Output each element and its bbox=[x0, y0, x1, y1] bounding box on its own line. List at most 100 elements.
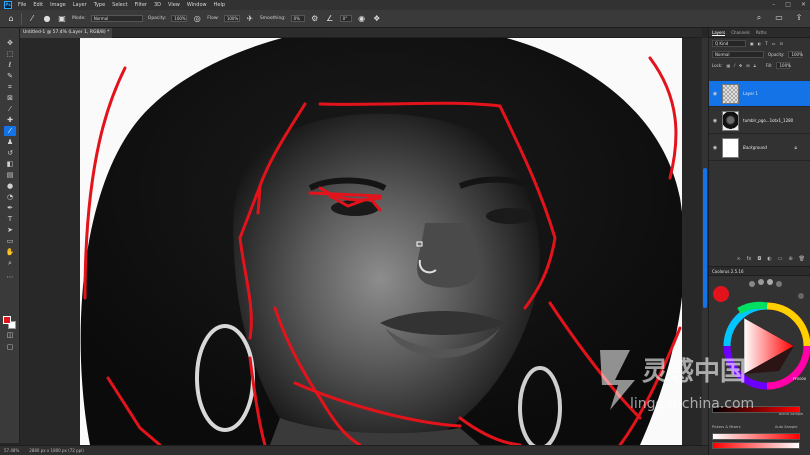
vertical-scroll-thumb[interactable] bbox=[703, 168, 707, 308]
opacity-field[interactable]: 100% bbox=[171, 15, 188, 22]
layer-row-background[interactable]: ◉ Background 🔒︎ bbox=[709, 135, 810, 161]
type-tool-icon[interactable]: T bbox=[4, 214, 16, 224]
filter-shape-icon[interactable]: ▭ bbox=[772, 41, 776, 46]
stamp-tool-icon[interactable]: ♟ bbox=[4, 137, 16, 147]
lock-artboard-icon[interactable]: ⊞ bbox=[746, 63, 749, 68]
tab-layers[interactable]: Layers bbox=[712, 30, 726, 36]
mixer-gradient-bar-1[interactable] bbox=[712, 433, 800, 440]
menu-type[interactable]: Type bbox=[94, 2, 105, 8]
filter-pixel-icon[interactable]: ▣ bbox=[750, 41, 754, 46]
healing-tool-icon[interactable]: ✚ bbox=[4, 115, 16, 125]
hand-tool-icon[interactable]: ✋ bbox=[4, 247, 16, 257]
workspace-icon[interactable]: ▭ bbox=[774, 13, 784, 23]
smoothing-field[interactable]: 0% bbox=[290, 15, 305, 22]
visibility-eye-icon[interactable]: ◉ bbox=[711, 91, 719, 97]
frame-tool-icon[interactable]: ⊠ bbox=[4, 93, 16, 103]
visibility-eye-icon[interactable]: ◉ bbox=[711, 145, 719, 151]
lock-paint-icon[interactable]: ⁄ bbox=[734, 63, 735, 68]
maximize-icon[interactable]: □ bbox=[785, 1, 791, 8]
airbrush-icon[interactable]: ✈ bbox=[245, 14, 255, 24]
blur-tool-icon[interactable]: ● bbox=[4, 181, 16, 191]
more-tools-icon[interactable]: ⋯ bbox=[4, 272, 16, 282]
color-wheel[interactable] bbox=[709, 276, 810, 426]
menu-layer[interactable]: Layer bbox=[73, 2, 87, 8]
marquee-tool-icon[interactable]: ⬚ bbox=[4, 49, 16, 59]
search-icon[interactable]: ⌕ bbox=[754, 13, 764, 23]
screen-mode-icon[interactable]: ▢ bbox=[4, 342, 16, 352]
flow-field[interactable]: 100% bbox=[223, 15, 240, 22]
home-icon[interactable]: ⌂ bbox=[6, 14, 16, 24]
minimize-icon[interactable]: – bbox=[772, 1, 775, 8]
close-icon[interactable]: ✕ bbox=[801, 1, 806, 8]
angle-field[interactable]: 0° bbox=[339, 15, 352, 22]
pressure-opacity-icon[interactable]: ◎ bbox=[192, 14, 202, 24]
crop-tool-icon[interactable]: ⌗ bbox=[4, 82, 16, 92]
brush-tool-icon[interactable]: ⁄ bbox=[4, 126, 16, 136]
auto-sample-label[interactable]: Auto Sample bbox=[775, 425, 797, 429]
eyedropper-tool-icon[interactable]: ⁄ bbox=[4, 104, 16, 114]
eraser-tool-icon[interactable]: ◧ bbox=[4, 159, 16, 169]
document-tab[interactable]: Untitled-1 @ 57.4% (Layer 1, RGB/8) * bbox=[20, 28, 112, 38]
shape-tool-icon[interactable]: ▭ bbox=[4, 236, 16, 246]
menu-edit[interactable]: Edit bbox=[33, 2, 43, 8]
link-layers-icon[interactable]: ∞ bbox=[736, 256, 740, 262]
menu-filter[interactable]: Filter bbox=[135, 2, 147, 8]
menu-3d[interactable]: 3D bbox=[154, 2, 161, 8]
symmetry-icon[interactable]: ❖ bbox=[372, 14, 382, 24]
zoom-tool-icon[interactable]: ⌕ bbox=[4, 258, 16, 268]
adjustment-layer-icon[interactable]: ◐ bbox=[767, 256, 771, 262]
menu-view[interactable]: View bbox=[168, 2, 180, 8]
menu-help[interactable]: Help bbox=[214, 2, 225, 8]
dodge-tool-icon[interactable]: ◔ bbox=[4, 192, 16, 202]
mixer-gradient-bar-2[interactable] bbox=[712, 442, 800, 449]
lock-move-icon[interactable]: ✥ bbox=[739, 63, 742, 68]
path-select-tool-icon[interactable]: ➤ bbox=[4, 225, 16, 235]
tab-channels[interactable]: Channels bbox=[731, 30, 750, 35]
history-brush-icon[interactable]: ↺ bbox=[4, 148, 16, 158]
lock-pixels-icon[interactable]: ▦ bbox=[726, 63, 730, 68]
menu-image[interactable]: Image bbox=[50, 2, 66, 8]
tab-paths[interactable]: Paths bbox=[756, 30, 767, 35]
gradient-tool-icon[interactable]: ▤ bbox=[4, 170, 16, 180]
quick-mask-icon[interactable]: ◫ bbox=[4, 330, 16, 340]
hex-value[interactable]: FF0000 bbox=[793, 377, 806, 381]
brush-preset-icon[interactable]: ⁄ bbox=[27, 14, 37, 24]
delete-layer-icon[interactable]: 🗑︎ bbox=[799, 256, 805, 262]
move-tool-icon[interactable]: ✥ bbox=[4, 38, 16, 48]
canvas-area[interactable] bbox=[20, 38, 702, 445]
blend-mode-dropdown[interactable]: Normal bbox=[712, 51, 764, 58]
color-wheel-panel[interactable]: FF0000 Blend Sample bbox=[709, 276, 810, 426]
new-layer-icon[interactable]: ⊕ bbox=[788, 256, 792, 262]
angle-icon[interactable]: ∠ bbox=[325, 14, 335, 24]
hue-gradient-bar[interactable] bbox=[712, 406, 800, 413]
foreground-color-swatch[interactable] bbox=[3, 316, 11, 324]
new-group-icon[interactable]: ▭ bbox=[778, 256, 783, 262]
filter-type-icon[interactable]: T bbox=[765, 41, 767, 46]
filter-smart-icon[interactable]: ⊡ bbox=[780, 41, 783, 46]
lock-all-icon[interactable]: 🔒︎ bbox=[754, 63, 756, 68]
artboard[interactable] bbox=[80, 38, 682, 445]
menu-select[interactable]: Select bbox=[112, 2, 127, 8]
mode-dropdown[interactable]: Normal bbox=[90, 15, 143, 22]
fill-field[interactable]: 100% bbox=[776, 62, 791, 69]
pressure-size-icon[interactable]: ◉ bbox=[357, 14, 367, 24]
add-mask-icon[interactable]: ◘ bbox=[757, 256, 761, 262]
pickers-mixers-label[interactable]: Pickers & Mixers bbox=[712, 425, 741, 429]
layer-style-icon[interactable]: fx bbox=[747, 256, 752, 262]
layer-row-photo[interactable]: ◉ tumblr_pgo...1otx1_1280 bbox=[709, 108, 810, 134]
visibility-eye-icon[interactable]: ◉ bbox=[711, 118, 719, 124]
share-icon[interactable]: ⇪ bbox=[794, 13, 804, 23]
layer-opacity-field[interactable]: 100% bbox=[788, 51, 803, 58]
pen-tool-icon[interactable]: ✒ bbox=[4, 203, 16, 213]
gear-icon[interactable]: ⚙ bbox=[310, 14, 320, 24]
menu-file[interactable]: File bbox=[18, 2, 26, 8]
layer-row-layer-1[interactable]: ◉ Layer 1 bbox=[709, 81, 810, 107]
zoom-level[interactable]: 57.48% bbox=[4, 448, 19, 453]
brush-panel-icon[interactable]: ▣ bbox=[57, 14, 67, 24]
filter-adjust-icon[interactable]: ◐ bbox=[758, 41, 762, 46]
quick-select-tool-icon[interactable]: ✎ bbox=[4, 71, 16, 81]
menu-window[interactable]: Window bbox=[187, 2, 207, 8]
kind-filter-dropdown[interactable]: Q Kind bbox=[712, 40, 746, 47]
brush-size-icon[interactable]: ● bbox=[42, 14, 52, 24]
lasso-tool-icon[interactable]: ℓ bbox=[4, 60, 16, 70]
